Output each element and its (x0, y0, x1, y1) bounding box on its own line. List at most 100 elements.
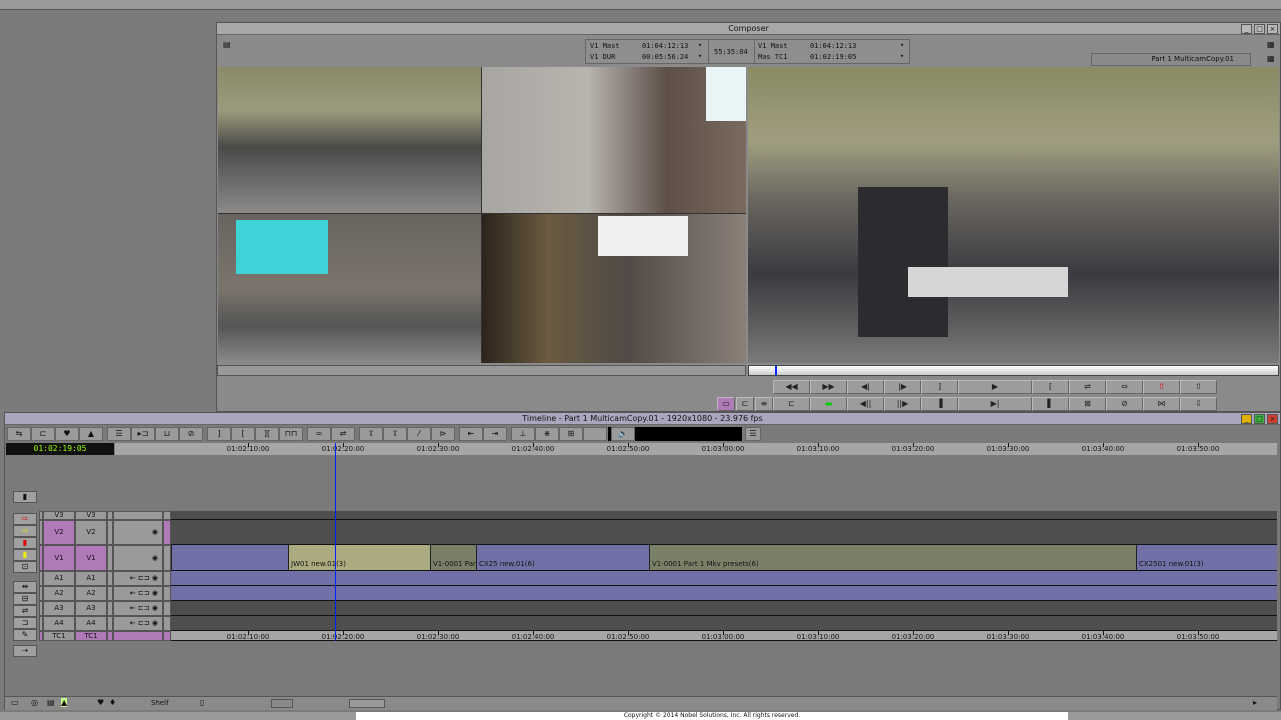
camera-view-1[interactable] (218, 67, 481, 213)
maximize-button[interactable]: □ (1254, 414, 1265, 424)
timeline-tool-button[interactable]: ⇧ (359, 427, 383, 441)
timeline-tool-button[interactable]: ☰ (107, 427, 131, 441)
ripple-trim-tool[interactable]: ▮ (13, 549, 37, 561)
marker-icon[interactable]: ♥ (97, 698, 104, 707)
sequence-name-menu[interactable]: Part 1 MulticamCopy.01 (1091, 53, 1251, 66)
view-source-record-button[interactable]: ⊏ (736, 397, 754, 411)
position-bar[interactable] (748, 365, 1279, 376)
track-height-button[interactable]: ⊐ (13, 617, 37, 629)
video-monitor-toggle[interactable]: ◉ (113, 545, 163, 571)
source-track-selector[interactable]: V1 (43, 545, 75, 571)
maximize-button[interactable]: □ (1254, 24, 1265, 34)
timeline-tool-button[interactable]: ▲ (79, 427, 103, 441)
source-monitor-multicam[interactable] (218, 67, 746, 363)
minimize-button[interactable]: _ (1241, 24, 1252, 34)
audio-controls[interactable]: ⇤ ⊏⊐ ◉ (113, 586, 163, 601)
source-track-selector[interactable]: TC1 (43, 631, 75, 641)
timeline-tool-button[interactable]: ⇌ (331, 427, 355, 441)
timeline-tool-button[interactable]: ⊏ (31, 427, 55, 441)
timeline-tool-button[interactable]: ⇧ (383, 427, 407, 441)
panel-menu-icon[interactable]: ▦ (1267, 54, 1275, 63)
close-button[interactable]: × (1267, 414, 1278, 424)
record-track-selector[interactable]: V3 (75, 511, 107, 520)
track-row[interactable]: JW01 new.01(3) V1-0001 Part CX25 new.01(6)… (171, 545, 1277, 571)
track-row[interactable] (171, 586, 1277, 601)
tc-label[interactable]: V1 Mast (758, 42, 788, 50)
zoom-label[interactable]: Shelf (151, 699, 169, 707)
transport-button[interactable]: ▶▶ (810, 380, 847, 394)
dropdown-arrow-icon[interactable]: ▾ (900, 41, 904, 49)
scroll-right-arrow[interactable]: ▸ (1253, 698, 1257, 707)
position-indicator[interactable] (775, 366, 777, 375)
transport-button[interactable]: ▶| (958, 397, 1032, 411)
timeline-ruler[interactable]: 01:02:10:00 01:02:20:00 01:02:30:00 01:02:4… (115, 443, 1277, 455)
camera-view-3[interactable] (218, 214, 481, 363)
fast-menu-button[interactable]: ☰ (745, 427, 761, 441)
transport-button[interactable]: ] (921, 380, 958, 394)
transport-button[interactable]: ⇩ (1180, 397, 1217, 411)
transport-button[interactable]: |▶ (884, 380, 921, 394)
transport-button[interactable]: ⇧ (1180, 380, 1217, 394)
timeline-tool-button[interactable]: ⇤ (459, 427, 483, 441)
extract-splice-tool[interactable]: ⇨ (13, 525, 37, 537)
transport-button[interactable]: ⇔ (1106, 380, 1143, 394)
view-single-button[interactable]: ▭ (717, 397, 735, 411)
record-track-selector[interactable]: V2 (75, 520, 107, 545)
track-end-toggle[interactable] (163, 601, 171, 616)
zoom-slider-end[interactable]: ▯ (200, 698, 204, 707)
source-track-selector[interactable]: V2 (43, 520, 75, 545)
source-track-selector[interactable]: A1 (43, 571, 75, 586)
view-multicam-button[interactable]: ≡ (755, 397, 773, 411)
record-track-selector[interactable]: A1 (75, 571, 107, 586)
record-track-selector[interactable]: A3 (75, 601, 107, 616)
transport-button[interactable]: ⊏ (773, 397, 810, 411)
track-row[interactable] (171, 616, 1277, 631)
record-monitor[interactable] (748, 67, 1279, 363)
timeline-tool-button[interactable]: ⋇ (535, 427, 559, 441)
timeline-tool-button[interactable]: ♥ (55, 427, 79, 441)
timeline-tool-button[interactable]: ⊘ (179, 427, 203, 441)
camera-view-2[interactable] (482, 67, 746, 213)
transport-button[interactable]: ◀|| (847, 397, 884, 411)
source-track-selector[interactable]: A3 (43, 601, 75, 616)
record-track-selector[interactable]: V1 (75, 545, 107, 571)
timeline-tool-button[interactable]: 🔈 (611, 427, 635, 441)
focus-icon[interactable]: ♦ (109, 698, 116, 707)
horizontal-scrollbar[interactable] (349, 699, 385, 708)
timeline-tool-button[interactable]: ⊔ (155, 427, 179, 441)
timeline-tool-button[interactable]: ▸⊐ (131, 427, 155, 441)
transport-button[interactable]: ⋈ (1143, 397, 1180, 411)
dropdown-arrow-icon[interactable]: ▾ (900, 52, 904, 60)
timeline-clip[interactable]: CX25 new.01(6) (476, 545, 649, 570)
overwrite-trim-tool[interactable]: ▮ (13, 537, 37, 549)
transport-button[interactable]: ▶ (958, 380, 1032, 394)
transport-button[interactable]: [ (1032, 380, 1069, 394)
timeline-clip[interactable]: V1-0001 Part 1 Mkv presets(6) (649, 545, 1136, 570)
source-position-bar[interactable] (217, 365, 746, 376)
audio-controls[interactable]: ⇤ ⊏⊐ ◉ (113, 616, 163, 631)
timeline-clip[interactable]: JW01 new.01(3) (288, 545, 430, 570)
transport-button[interactable]: ⊠ (1069, 397, 1106, 411)
track-end-toggle[interactable] (163, 616, 171, 631)
timeline-tool-button[interactable]: ⊥ (511, 427, 535, 441)
timeline-clip[interactable]: CX2501 new.01(3) (1136, 545, 1277, 570)
transport-button[interactable]: ||▶ (884, 397, 921, 411)
camera-view-4[interactable] (482, 214, 746, 363)
timeline-menu-button[interactable]: ⇢ (13, 645, 37, 657)
timeline-clip[interactable]: V1-0001 Part (430, 545, 476, 570)
video-monitor-toggle[interactable]: ◉ (113, 520, 163, 545)
video-quality-button[interactable]: ⇹ (13, 581, 37, 593)
tc-label[interactable]: Mas TC1 (758, 53, 788, 61)
playhead[interactable] (335, 443, 336, 641)
link-selection-button[interactable]: ⊡ (13, 561, 37, 573)
record-track-selector[interactable]: TC1 (75, 631, 107, 641)
track-row[interactable] (171, 601, 1277, 616)
track-end-toggle[interactable] (163, 545, 171, 571)
timeline-tool-button[interactable]: ⇥ (483, 427, 507, 441)
dropdown-arrow-icon[interactable]: ▾ (698, 52, 702, 60)
minimize-button[interactable]: _ (1241, 414, 1252, 424)
tc-label[interactable]: V1 Mast (590, 42, 620, 50)
source-track-selector[interactable]: V3 (43, 511, 75, 520)
close-button[interactable]: × (1267, 24, 1278, 34)
transport-button[interactable]: ⇧ (1143, 380, 1180, 394)
